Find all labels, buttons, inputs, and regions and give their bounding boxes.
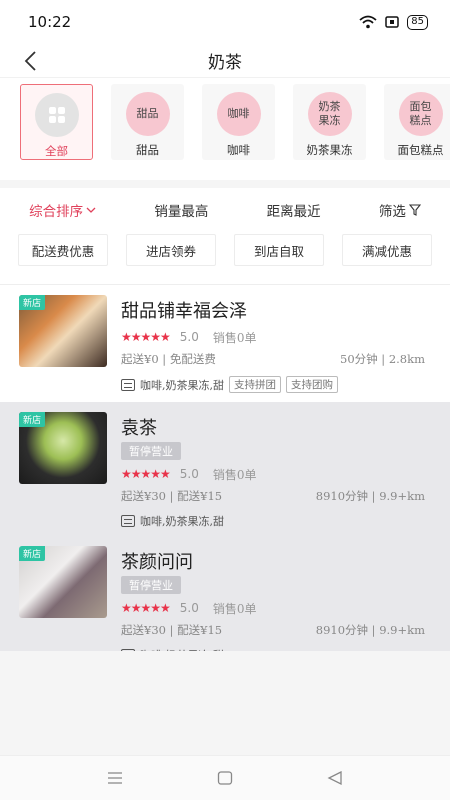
shop-icon xyxy=(121,378,135,391)
delivery-fee: 起送¥30 | 配送¥15 xyxy=(121,623,223,637)
category-image: 咖啡 xyxy=(216,92,261,136)
shop-icon xyxy=(121,515,135,527)
category-image: 奶茶果冻 xyxy=(307,92,352,136)
sort-distance[interactable]: 距离最近 xyxy=(267,200,321,220)
shop-categories: 咖啡,奶茶果冻,甜 xyxy=(140,515,224,528)
triangle-back-icon xyxy=(327,770,342,786)
back-button[interactable] xyxy=(16,47,44,75)
tags-row: 咖啡,奶茶果冻,甜 xyxy=(121,513,450,529)
tags-row: 咖啡,奶茶果冻,甜 支持拼团 支持团购 xyxy=(121,376,450,393)
shop-list: 新店 甜品铺幸福会泽 ★★★★★ 5.0 销售0单 起送¥0 | 免配送费 50… xyxy=(0,284,450,671)
rating-value: 5.0 xyxy=(179,467,199,481)
sort-composite[interactable]: 综合排序 xyxy=(29,200,96,220)
shop-thumbnail: 新店 xyxy=(19,412,107,484)
delivery-row: 起送¥0 | 免配送费 50分钟 | 2.8km xyxy=(121,351,450,367)
sales-count: 销售0单 xyxy=(212,601,257,616)
category-label: 全部 xyxy=(45,144,68,158)
sales-count: 销售0单 xyxy=(212,467,257,482)
chip-group-buy: 支持拼团 xyxy=(229,376,281,393)
shop-categories: 咖啡,奶茶果冻,甜 xyxy=(140,378,224,392)
shop-name: 茶颜问问 xyxy=(121,552,193,573)
promo-delivery-discount[interactable]: 配送费优惠 xyxy=(18,234,108,266)
category-dessert[interactable]: 甜品 甜品 xyxy=(111,84,184,160)
category-all[interactable]: 全部 xyxy=(20,84,93,160)
sort-bar: 综合排序 销量最高 距离最近 筛选 xyxy=(0,190,450,230)
empty-area xyxy=(0,651,450,755)
delivery-row: 起送¥30 | 配送¥15 8910分钟 | 9.9+km xyxy=(121,622,450,638)
filter-icon xyxy=(408,204,421,216)
status-time: 10:22 xyxy=(28,13,72,31)
category-label: 奶茶果冻 xyxy=(306,143,353,157)
grid-icon xyxy=(34,93,79,137)
system-nav-bar xyxy=(0,755,450,800)
promo-full-reduction[interactable]: 满减优惠 xyxy=(342,234,432,266)
new-store-badge: 新店 xyxy=(19,546,46,561)
back-system-button[interactable] xyxy=(320,763,350,793)
closed-tag: 暂停营业 xyxy=(121,576,181,594)
shop-info: 甜品铺幸福会泽 ★★★★★ 5.0 销售0单 起送¥0 | 免配送费 50分钟 … xyxy=(121,295,450,402)
shop-thumbnail: 新店 xyxy=(19,295,107,367)
delivery-row: 起送¥30 | 配送¥15 8910分钟 | 9.9+km xyxy=(121,488,450,504)
category-label: 咖啡 xyxy=(227,143,250,157)
rating-row: ★★★★★ 5.0 销售0单 xyxy=(121,329,450,345)
star-rating-icon: ★★★★★ xyxy=(121,467,171,481)
shop-thumbnail: 新店 xyxy=(19,546,107,618)
category-label: 面包糕点 xyxy=(397,143,444,157)
rating-row: ★★★★★ 5.0 销售0单 xyxy=(121,600,450,616)
sim-icon xyxy=(385,15,400,29)
promo-row: 配送费优惠 进店领券 到店自取 满减优惠 xyxy=(0,230,450,272)
rating-value: 5.0 xyxy=(179,330,199,344)
delivery-fee: 起送¥0 | 免配送费 xyxy=(121,352,216,366)
sort-distance-label: 距离最近 xyxy=(266,204,321,220)
chevron-left-icon xyxy=(24,51,36,71)
new-store-badge: 新店 xyxy=(19,295,46,310)
battery-icon: 85 xyxy=(407,14,428,30)
category-coffee[interactable]: 咖啡 咖啡 xyxy=(202,84,275,160)
category-milk-tea[interactable]: 奶茶果冻 奶茶果冻 xyxy=(293,84,366,160)
square-home-icon xyxy=(217,771,233,785)
promo-coupon[interactable]: 进店领券 xyxy=(126,234,216,266)
shop-name: 袁茶 xyxy=(121,418,157,439)
category-row: 全部 甜品 甜品 咖啡 咖啡 奶茶果冻 奶茶果冻 面包糕点 面包糕点 xyxy=(0,78,450,188)
closed-tag: 暂停营业 xyxy=(121,442,181,460)
category-image: 甜品 xyxy=(125,92,170,136)
category-image: 面包糕点 xyxy=(398,92,443,136)
promo-pickup[interactable]: 到店自取 xyxy=(234,234,324,266)
status-icons: 85 xyxy=(359,14,428,30)
shop-name: 甜品铺幸福会泽 xyxy=(121,301,247,322)
time-distance: 50分钟 | 2.8km xyxy=(340,352,425,366)
page-title: 奶茶 xyxy=(208,53,242,73)
sort-sales[interactable]: 销量最高 xyxy=(154,200,208,220)
nav-bar: 奶茶 xyxy=(0,44,450,78)
new-store-badge: 新店 xyxy=(19,412,46,427)
sales-count: 销售0单 xyxy=(212,330,257,345)
status-bar: 10:22 85 xyxy=(0,0,450,44)
menu-button[interactable] xyxy=(100,763,130,793)
category-bakery[interactable]: 面包糕点 面包糕点 xyxy=(384,84,450,160)
chip-group-purchase: 支持团购 xyxy=(286,376,338,393)
menu-icon xyxy=(108,772,122,784)
shop-card[interactable]: 新店 甜品铺幸福会泽 ★★★★★ 5.0 销售0单 起送¥0 | 免配送费 50… xyxy=(0,285,450,402)
shop-info: 袁茶 暂停营业 ★★★★★ 5.0 销售0单 起送¥30 | 配送¥15 891… xyxy=(121,412,450,536)
sort-composite-label: 综合排序 xyxy=(29,204,84,220)
time-distance: 8910分钟 | 9.9+km xyxy=(315,623,425,637)
time-distance: 8910分钟 | 9.9+km xyxy=(315,489,425,503)
filter-label: 筛选 xyxy=(378,204,406,220)
sort-sales-label: 销量最高 xyxy=(154,204,209,220)
star-rating-icon: ★★★★★ xyxy=(121,601,171,615)
category-label: 甜品 xyxy=(136,143,159,157)
star-rating-icon: ★★★★★ xyxy=(121,330,171,344)
delivery-fee: 起送¥30 | 配送¥15 xyxy=(121,489,223,503)
rating-value: 5.0 xyxy=(179,601,199,615)
filter-button[interactable]: 筛选 xyxy=(379,200,421,220)
chevron-down-icon xyxy=(86,207,96,213)
rating-row: ★★★★★ 5.0 销售0单 xyxy=(121,466,450,482)
home-button[interactable] xyxy=(210,763,240,793)
shop-card[interactable]: 新店 袁茶 暂停营业 ★★★★★ 5.0 销售0单 起送¥30 | 配送¥15 … xyxy=(0,402,450,536)
wifi-icon xyxy=(359,15,377,29)
